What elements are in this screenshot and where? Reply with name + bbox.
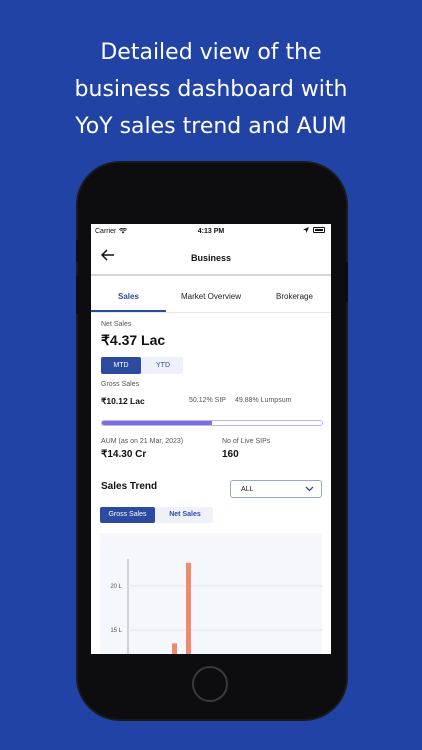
headline-line-1: Detailed view of the	[100, 40, 322, 65]
headline-line-3: YoY sales trend and AUM	[75, 114, 347, 139]
sip-percentage: 50.12% SIP	[189, 397, 226, 404]
mtd-button[interactable]: MTD	[101, 357, 141, 374]
live-sips-label: No of Live SIPs	[222, 438, 271, 445]
sales-trend-title: Sales Trend	[101, 481, 158, 492]
tab-bar: Sales Market Overview Brokerage	[91, 282, 331, 313]
tab-brokerage[interactable]: Brokerage	[276, 292, 313, 301]
gross-sales-label: Gross Sales	[101, 381, 140, 388]
net-sales-button[interactable]: Net Sales	[157, 507, 213, 523]
headline-line-2: business dashboard with	[74, 77, 348, 102]
location-icon	[303, 227, 309, 233]
tab-market-overview[interactable]: Market Overview	[181, 292, 241, 301]
sales-trend-chart: 20 L 15 L	[100, 533, 322, 654]
sales-trend-filter-dropdown[interactable]: ALL	[230, 480, 322, 498]
series-toggle: Gross Sales Net Sales	[100, 507, 213, 523]
y-tick-label: 20 L	[110, 584, 122, 590]
nav-bar: Business	[91, 240, 331, 276]
chart-svg: 20 L 15 L	[110, 559, 322, 654]
phone-power-button	[345, 262, 348, 302]
lumpsum-percentage: 49.88% Lumpsum	[235, 397, 292, 404]
status-time: 4:13 PM	[197, 228, 225, 235]
chevron-down-icon	[305, 484, 314, 495]
phone-volume-button	[76, 276, 79, 314]
gross-sales-button[interactable]: Gross Sales	[100, 507, 155, 523]
headline: Detailed view of the business dashboard …	[0, 34, 422, 145]
period-toggle: MTD YTD	[101, 357, 183, 374]
phone-side-button	[76, 240, 79, 262]
ytd-button[interactable]: YTD	[143, 357, 183, 374]
live-sips-value: 160	[222, 449, 239, 460]
dropdown-value: ALL	[241, 486, 254, 493]
gross-sales-value: ₹10.12 Lac	[101, 396, 145, 406]
chart-bar	[186, 562, 191, 654]
sip-progress-fill	[102, 421, 213, 425]
battery-icon	[313, 227, 325, 233]
page-title: Business	[190, 253, 232, 263]
status-bar: Carrier 4:13 PM	[91, 224, 331, 240]
net-sales-value: ₹4.37 Lac	[101, 332, 166, 348]
home-button[interactable]	[192, 666, 228, 702]
chart-bar	[172, 643, 177, 654]
status-right	[303, 227, 325, 233]
aum-label: AUM (as on 21 Mar, 2023)	[101, 438, 184, 445]
app-screen: Carrier 4:13 PM Business Sales Market Ov…	[91, 224, 331, 654]
tab-sales[interactable]: Sales	[118, 292, 139, 301]
aum-value: ₹14.30 Cr	[101, 449, 147, 460]
active-tab-indicator	[91, 310, 166, 312]
net-sales-label: Net Sales	[101, 321, 132, 328]
y-tick-label: 15 L	[110, 628, 122, 634]
sip-progress-bar	[101, 420, 323, 426]
